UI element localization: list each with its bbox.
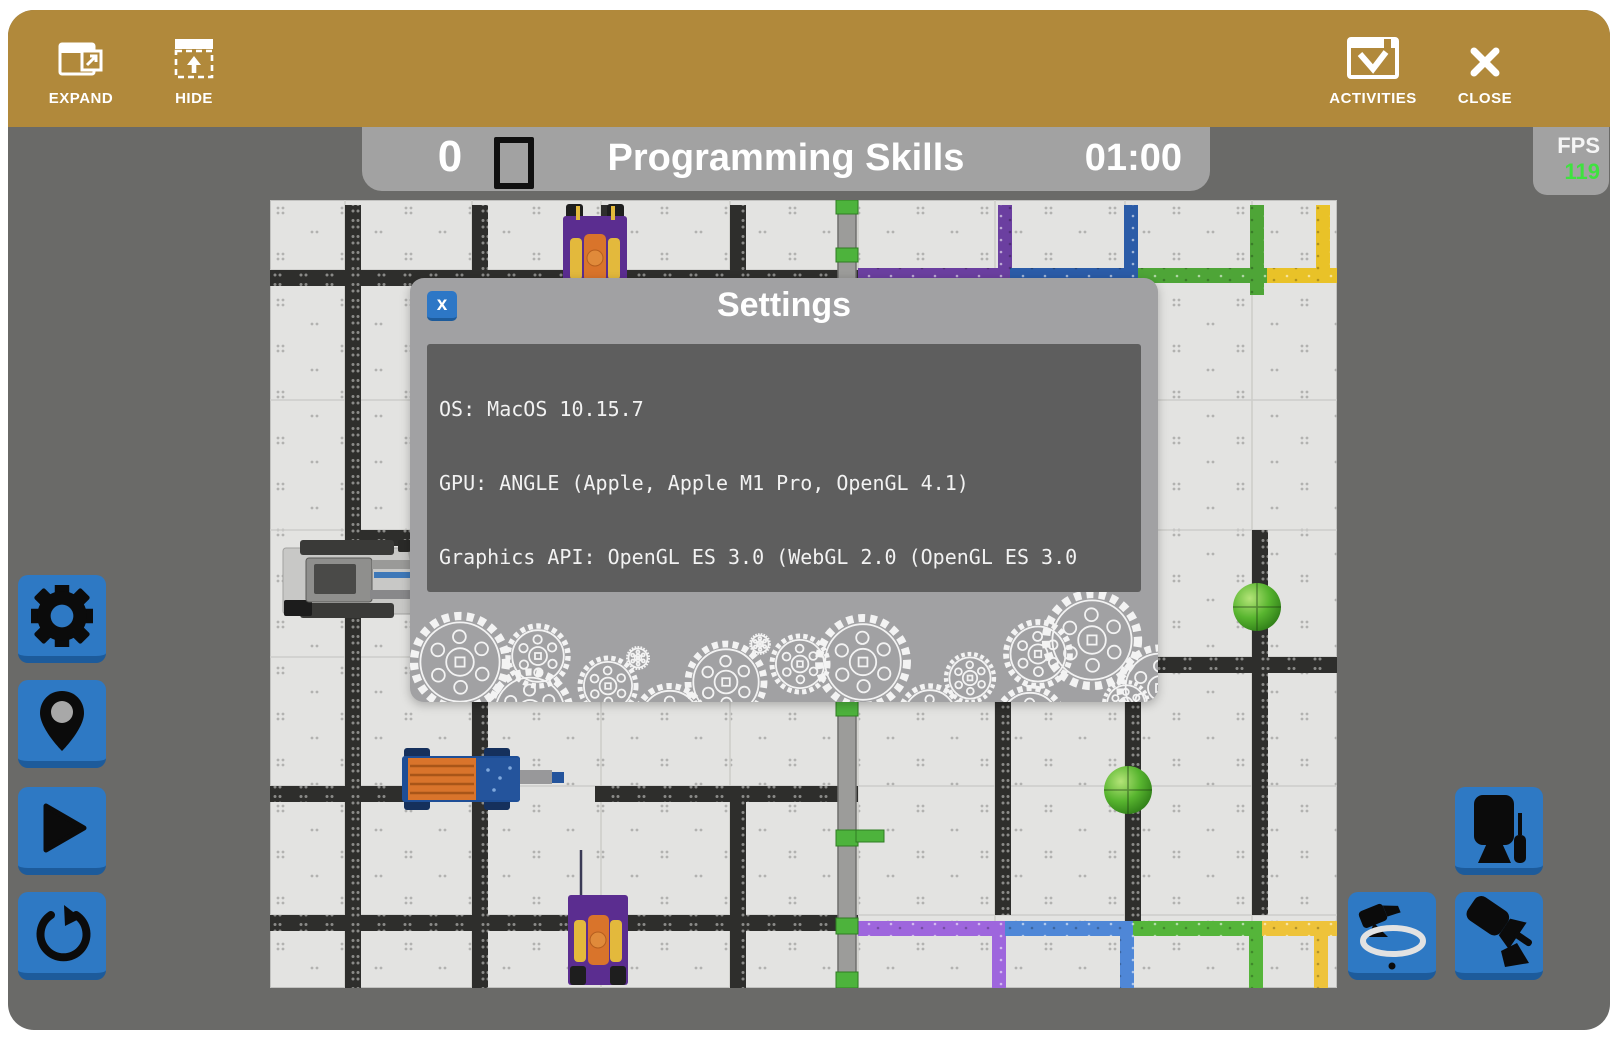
settings-dialog: x Settings OS: MacOS 10.15.7 GPU: ANGLE … bbox=[410, 278, 1158, 702]
top-toolbar: EXPAND HIDE ACTI bbox=[8, 10, 1610, 127]
hide-button[interactable]: HIDE bbox=[158, 28, 230, 107]
reset-button[interactable] bbox=[18, 892, 106, 980]
play-icon bbox=[32, 798, 92, 858]
app-window: EXPAND HIDE ACTI bbox=[8, 10, 1610, 1030]
set-position-button[interactable] bbox=[18, 680, 106, 768]
info-line: GPU: ANGLE (Apple, Apple M1 Pro, OpenGL … bbox=[439, 471, 1141, 496]
expand-label: EXPAND bbox=[49, 90, 113, 107]
play-button[interactable] bbox=[18, 787, 106, 875]
camera-3d-view-button[interactable] bbox=[1455, 892, 1543, 980]
info-line: OS: MacOS 10.15.7 bbox=[439, 397, 1141, 422]
activities-label: ACTIVITIES bbox=[1329, 90, 1417, 107]
reset-rotate-icon bbox=[31, 902, 93, 964]
camera-monitor-icon bbox=[1466, 791, 1532, 865]
fps-badge: FPS 119 bbox=[1533, 127, 1609, 195]
camera-orbit-icon bbox=[1352, 893, 1432, 973]
close-x-icon bbox=[1467, 28, 1503, 80]
expand-window-icon bbox=[57, 28, 105, 80]
camera-tilt-icon bbox=[1459, 893, 1539, 973]
camera-orbit-button[interactable] bbox=[1348, 892, 1436, 980]
location-pin-icon bbox=[32, 689, 92, 753]
camera-top-view-button[interactable] bbox=[1455, 787, 1543, 875]
activities-button[interactable]: ACTIVITIES bbox=[1313, 28, 1433, 107]
scoreboard: 0 Programming Skills 01:00 bbox=[362, 127, 1210, 191]
system-info-panel: OS: MacOS 10.15.7 GPU: ANGLE (Apple, App… bbox=[427, 344, 1141, 592]
fps-value: 119 bbox=[1533, 159, 1600, 185]
dialog-title: Settings bbox=[410, 286, 1158, 325]
match-timer: 01:00 bbox=[1085, 127, 1182, 191]
settings-button[interactable] bbox=[18, 575, 106, 663]
info-line: Graphics API: OpenGL ES 3.0 (WebGL 2.0 (… bbox=[439, 545, 1141, 570]
close-button[interactable]: CLOSE bbox=[1443, 28, 1527, 107]
close-label: CLOSE bbox=[1458, 90, 1512, 107]
expand-button[interactable]: EXPAND bbox=[36, 28, 126, 107]
fps-label: FPS bbox=[1533, 133, 1600, 159]
gear-icon bbox=[31, 585, 93, 647]
activities-window-icon bbox=[1347, 28, 1399, 80]
hide-label: HIDE bbox=[175, 90, 213, 107]
hide-panel-icon bbox=[172, 28, 216, 80]
match-title: Programming Skills bbox=[362, 127, 1210, 191]
